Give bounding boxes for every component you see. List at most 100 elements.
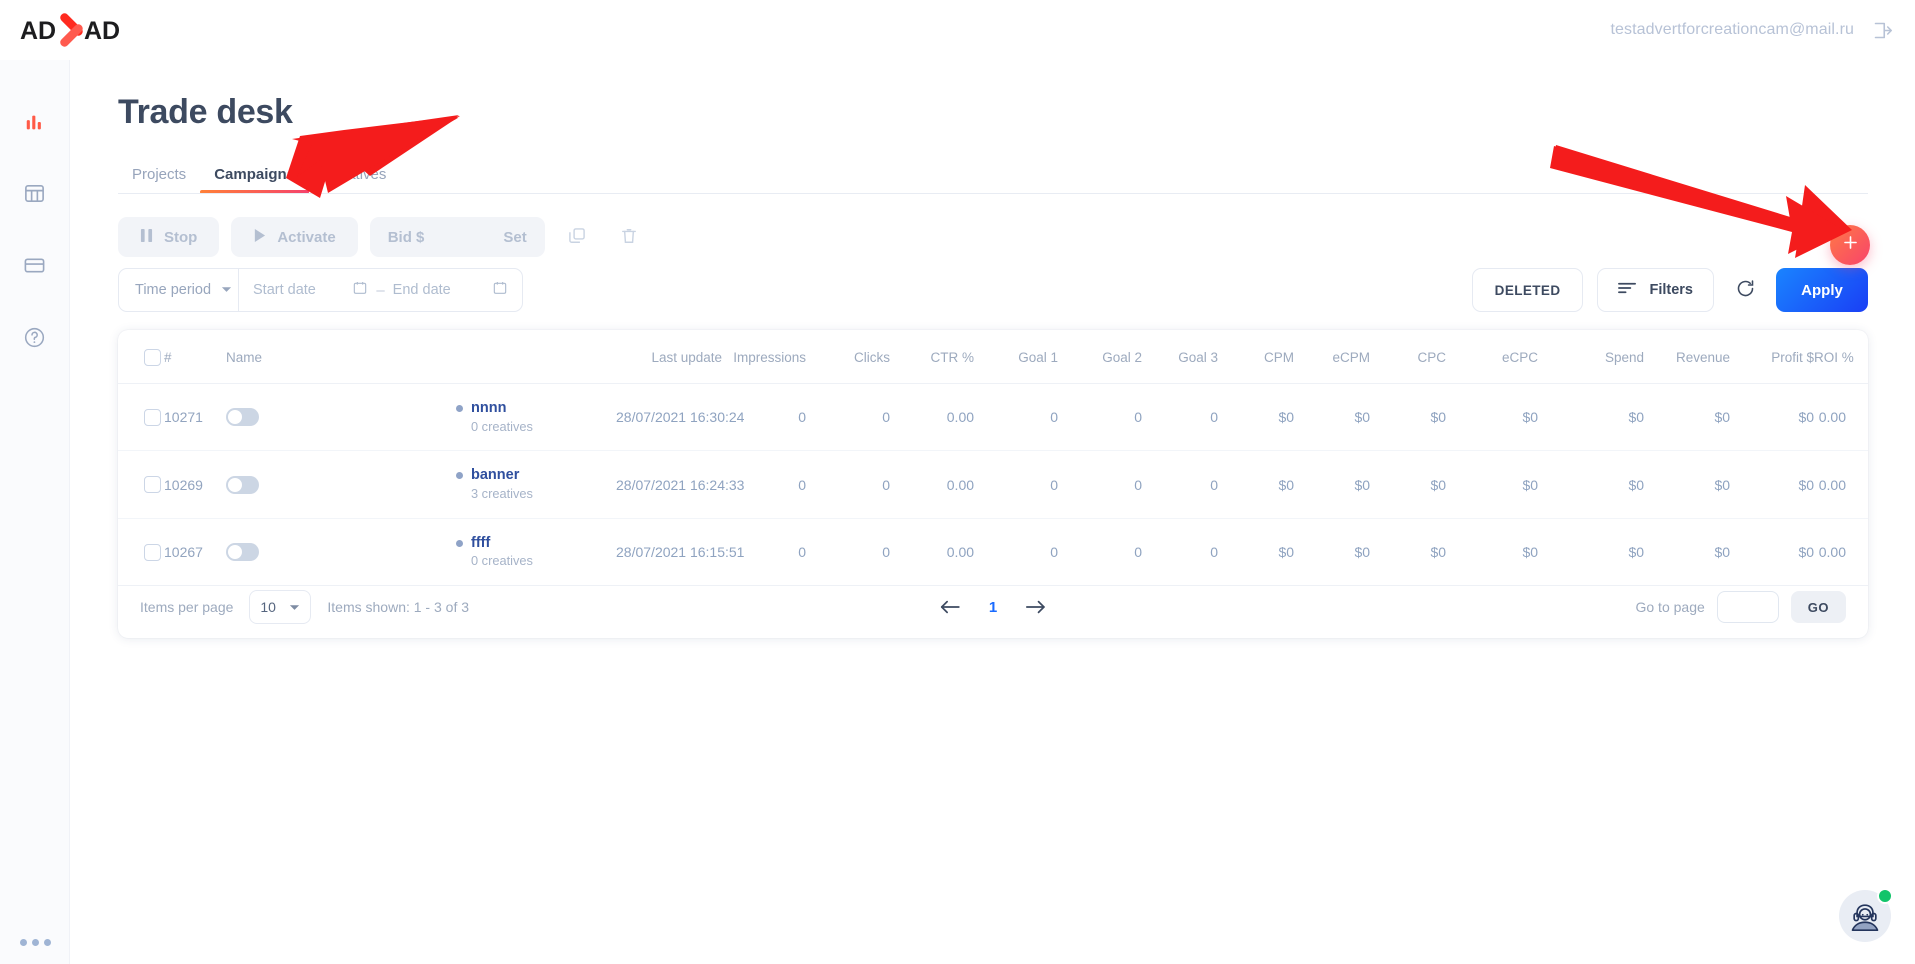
calendar-icon	[492, 280, 508, 300]
row-select-cell	[118, 384, 164, 451]
row-creatives-count: 3 creatives	[456, 487, 616, 502]
status-dot-icon	[456, 472, 463, 479]
next-page-button[interactable]	[1025, 598, 1047, 616]
table-row[interactable]: 10271 nnnn 0 creatives	[118, 384, 1868, 451]
select-all-checkbox[interactable]	[144, 349, 161, 366]
col-cpc[interactable]: CPC	[1370, 330, 1446, 384]
row-status-toggle[interactable]	[226, 476, 259, 494]
items-per-page-select[interactable]: 10	[249, 590, 311, 624]
row-checkbox[interactable]	[144, 476, 161, 493]
end-date-input[interactable]: End date	[393, 280, 508, 300]
row-ctr: 0.00	[890, 451, 974, 518]
stop-button[interactable]: Stop	[118, 217, 219, 257]
copy-icon	[567, 226, 587, 249]
support-chat-button[interactable]	[1839, 890, 1891, 942]
delete-button[interactable]	[609, 217, 649, 257]
col-goal1[interactable]: Goal 1	[974, 330, 1058, 384]
col-ecpm[interactable]: eCPM	[1294, 330, 1370, 384]
main-content: Trade desk Projects Campaigns Creatives	[70, 60, 1915, 964]
row-status-toggle[interactable]	[226, 543, 259, 561]
logout-icon[interactable]	[1872, 20, 1893, 41]
credit-card-icon	[23, 254, 46, 282]
set-label: Set	[503, 229, 526, 246]
chevron-down-icon	[221, 282, 232, 298]
filters-button[interactable]: Filters	[1597, 268, 1714, 312]
go-button-label: GO	[1808, 600, 1829, 615]
bid-label: Bid $	[388, 229, 425, 246]
bid-set-button[interactable]: Bid $ Set	[370, 217, 545, 257]
row-name[interactable]: banner	[471, 467, 519, 484]
col-cpm[interactable]: CPM	[1218, 330, 1294, 384]
go-button[interactable]: GO	[1791, 591, 1846, 623]
row-roi: 0.00	[1814, 384, 1868, 451]
row-id-text: 10267	[164, 544, 203, 560]
row-goal3: 0	[1142, 384, 1218, 451]
prev-page-button[interactable]	[939, 598, 961, 616]
row-checkbox[interactable]	[144, 544, 161, 561]
tab-creatives[interactable]: Creatives	[309, 155, 400, 193]
row-checkbox[interactable]	[144, 409, 161, 426]
play-icon	[253, 228, 266, 247]
col-ctr[interactable]: CTR %	[890, 330, 974, 384]
pagination-right: Go to page GO	[1635, 591, 1846, 623]
table-row[interactable]: 10269 banner 3 creatives	[118, 451, 1868, 518]
brand-logo[interactable]: AD AD	[20, 0, 128, 60]
filter-lines-icon	[1618, 281, 1637, 299]
col-last-update[interactable]: Last update	[616, 330, 722, 384]
filter-bar: Time period Start date –	[118, 268, 1868, 312]
filters-button-label: Filters	[1649, 282, 1693, 298]
svg-text:AD: AD	[20, 17, 56, 45]
col-id[interactable]: #	[164, 330, 226, 384]
col-clicks[interactable]: Clicks	[806, 330, 890, 384]
sidebar-item-trade-desk[interactable]	[0, 160, 70, 232]
row-name[interactable]: nnnn	[471, 400, 506, 417]
sidebar-item-billing[interactable]	[0, 232, 70, 304]
status-dot-icon	[456, 405, 463, 412]
apply-button[interactable]: Apply	[1776, 268, 1868, 312]
col-spend[interactable]: Spend	[1538, 330, 1644, 384]
date-range-separator: –	[376, 282, 384, 299]
row-name[interactable]: ffff	[471, 535, 490, 552]
copy-button[interactable]	[557, 217, 597, 257]
start-date-input[interactable]: Start date	[253, 280, 368, 300]
tab-creatives-label: Creatives	[323, 166, 386, 183]
refresh-button[interactable]	[1728, 268, 1762, 312]
add-campaign-button[interactable]	[1830, 225, 1870, 265]
row-profit: $0	[1730, 451, 1814, 518]
deleted-button[interactable]: DELETED	[1472, 268, 1584, 312]
row-goal2: 0	[1058, 451, 1142, 518]
row-status-toggle[interactable]	[226, 408, 259, 426]
col-impressions[interactable]: Impressions	[722, 330, 806, 384]
row-goal3: 0	[1142, 451, 1218, 518]
tab-campaigns-label: Campaigns	[214, 166, 295, 183]
pause-icon	[140, 228, 153, 247]
activate-button[interactable]: Activate	[231, 217, 357, 257]
row-goal2: 0	[1058, 384, 1142, 451]
col-roi[interactable]: ROI %	[1814, 330, 1868, 384]
tab-campaigns[interactable]: Campaigns	[200, 155, 309, 193]
col-goal2[interactable]: Goal 2	[1058, 330, 1142, 384]
date-inputs: Start date – End date	[239, 280, 522, 300]
row-name-cell: nnnn 0 creatives	[456, 384, 616, 451]
go-to-page-input[interactable]	[1717, 591, 1779, 623]
sidebar-item-help[interactable]	[0, 304, 70, 376]
top-bar-right: testadvertforcreationcam@mail.ru	[1610, 20, 1893, 41]
col-name[interactable]: Name	[226, 330, 616, 384]
col-goal3[interactable]: Goal 3	[1142, 330, 1218, 384]
filter-actions: DELETED Filters	[1472, 268, 1868, 312]
row-ecpm: $0	[1294, 384, 1370, 451]
trash-icon	[619, 226, 639, 249]
pagination-left: Items per page 10 Items shown: 1 - 3 of …	[140, 590, 469, 624]
more-dots-icon[interactable]	[0, 939, 70, 946]
status-dot-icon	[456, 540, 463, 547]
col-revenue[interactable]: Revenue	[1644, 330, 1730, 384]
page-number-1[interactable]: 1	[989, 599, 997, 616]
col-ecpc[interactable]: eCPC	[1446, 330, 1538, 384]
col-profit[interactable]: Profit $	[1730, 330, 1814, 384]
tab-projects[interactable]: Projects	[118, 155, 200, 193]
time-period-select[interactable]: Time period	[119, 269, 239, 311]
sidebar-item-statistics[interactable]	[0, 88, 70, 160]
row-revenue: $0	[1644, 384, 1730, 451]
table-header-row: # Name Last update Impressions Clicks CT…	[118, 330, 1868, 384]
row-spend: $0	[1538, 451, 1644, 518]
